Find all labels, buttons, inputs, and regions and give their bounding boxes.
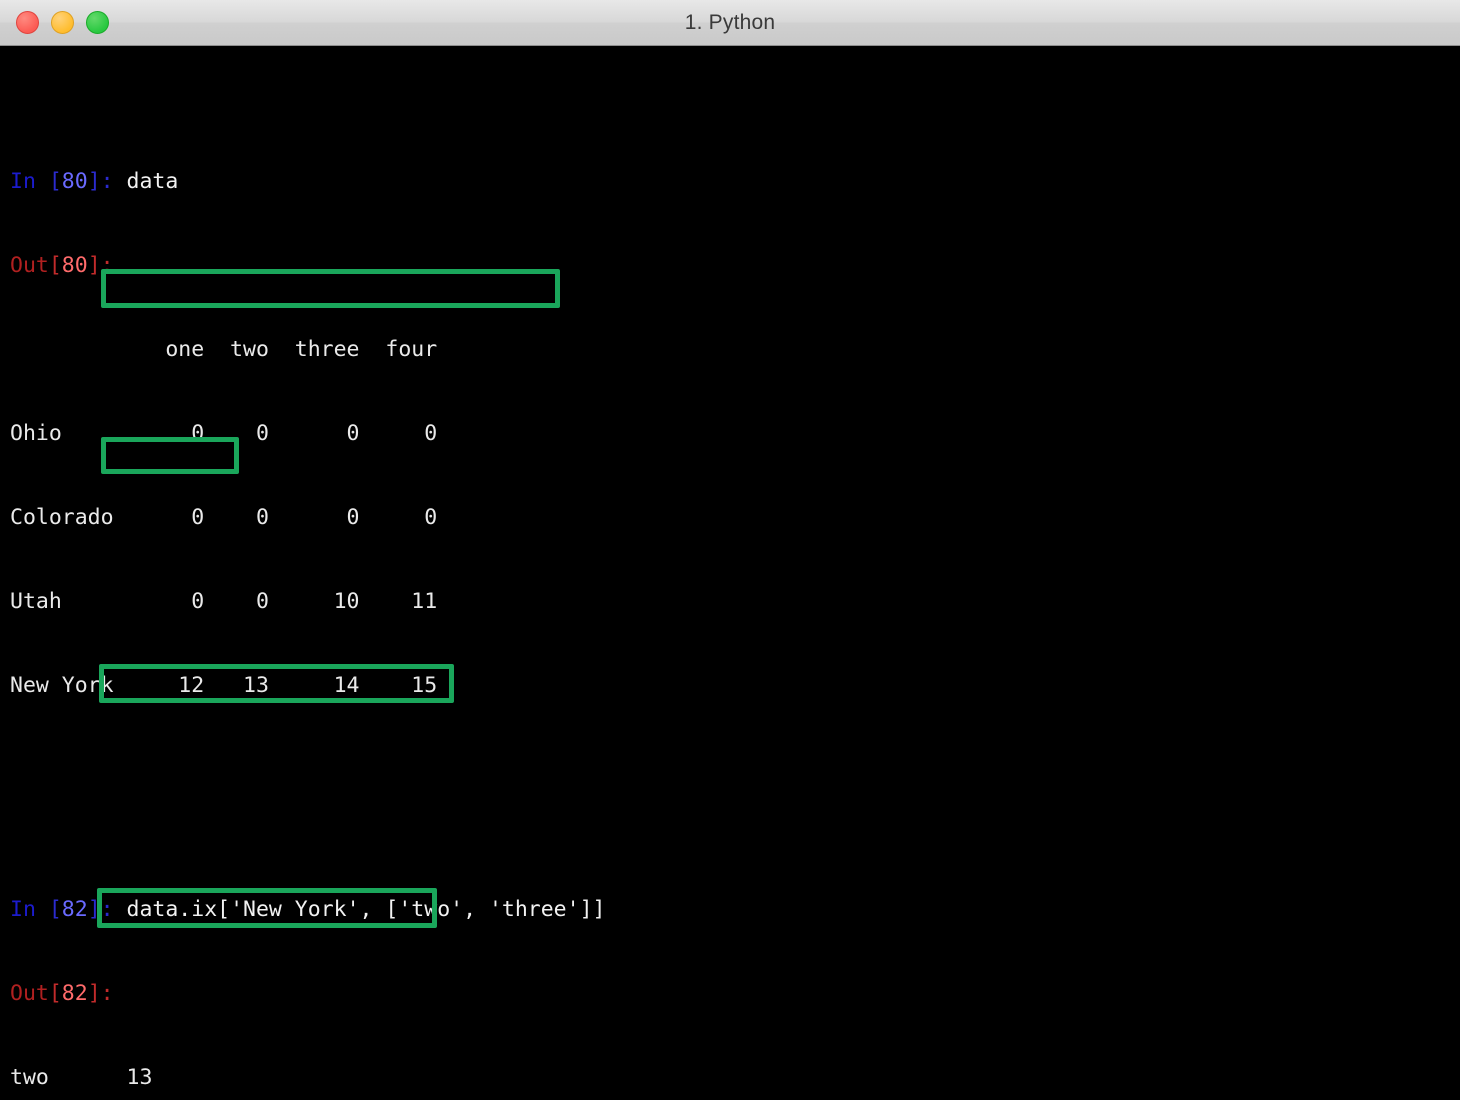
out-prompt-number: 80 (61, 253, 88, 278)
input-code[interactable]: data.ix['New York', ['two', 'three']] (127, 897, 606, 922)
close-button[interactable] (16, 11, 39, 34)
out-prompt-close: ]: (87, 253, 127, 278)
output-prompt-line: Out[80]: (10, 252, 1460, 280)
zoom-button[interactable] (86, 11, 109, 34)
output-line: two 13 (10, 1065, 153, 1090)
out-prompt-label: Out (10, 981, 49, 1006)
in-prompt-close: ]: (87, 897, 127, 922)
output-prompt-line: Out[82]: (10, 980, 1460, 1008)
in-prompt-number: 80 (61, 169, 88, 194)
in-prompt-close: ]: (87, 169, 127, 194)
in-prompt-label: In (10, 169, 49, 194)
window-title: 1. Python (684, 10, 776, 34)
output-line: Utah 0 0 10 11 (10, 589, 438, 614)
in-prompt-open: [ (48, 897, 62, 922)
out-prompt-label: Out (10, 253, 49, 278)
output-line: New York 12 13 14 15 (10, 673, 438, 698)
in-prompt-open: [ (48, 169, 62, 194)
output-line: Colorado 0 0 0 0 (10, 505, 438, 530)
terminal-window: 1. Python In [80]: data Out[80]: one two… (0, 0, 1460, 1100)
in-prompt-label: In (10, 897, 49, 922)
out-prompt-number: 82 (61, 981, 88, 1006)
input-code[interactable]: data (127, 169, 179, 194)
input-line[interactable]: In [80]: data (10, 168, 1460, 196)
output-line: Ohio 0 0 0 0 (10, 421, 438, 446)
input-line[interactable]: In [82]: data.ix['New York', ['two', 'th… (10, 896, 1460, 924)
minimize-button[interactable] (51, 11, 74, 34)
out-prompt-close: ]: (87, 981, 127, 1006)
output-line: one two three four (10, 337, 438, 362)
out-prompt-open: [ (48, 981, 62, 1006)
traffic-light-group (16, 0, 109, 45)
window-titlebar: 1. Python (0, 0, 1460, 46)
in-prompt-number: 82 (61, 897, 88, 922)
terminal-body[interactable]: In [80]: data Out[80]: one two three fou… (0, 46, 1460, 1100)
out-prompt-open: [ (48, 253, 62, 278)
